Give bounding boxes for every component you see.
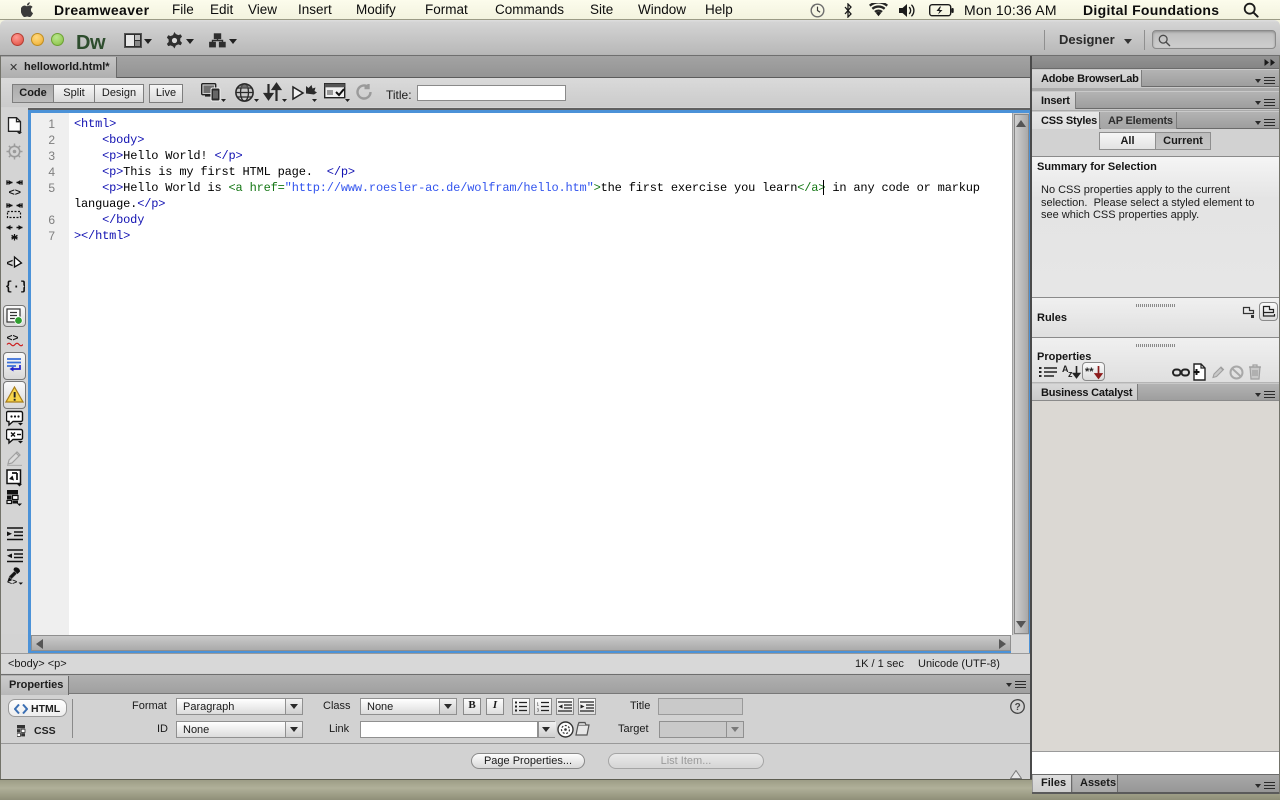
svg-text:1: 1 — [537, 702, 540, 707]
svg-text:?: ? — [1015, 702, 1021, 713]
svg-text:<>: <> — [9, 188, 22, 198]
svg-text:<>: <> — [7, 578, 17, 586]
svg-text:3: 3 — [537, 708, 540, 713]
svg-text:{·}: {·} — [5, 280, 25, 294]
svg-text:**: ** — [1085, 366, 1094, 378]
svg-text:z: z — [1068, 369, 1073, 379]
svg-text:<: < — [7, 257, 13, 271]
